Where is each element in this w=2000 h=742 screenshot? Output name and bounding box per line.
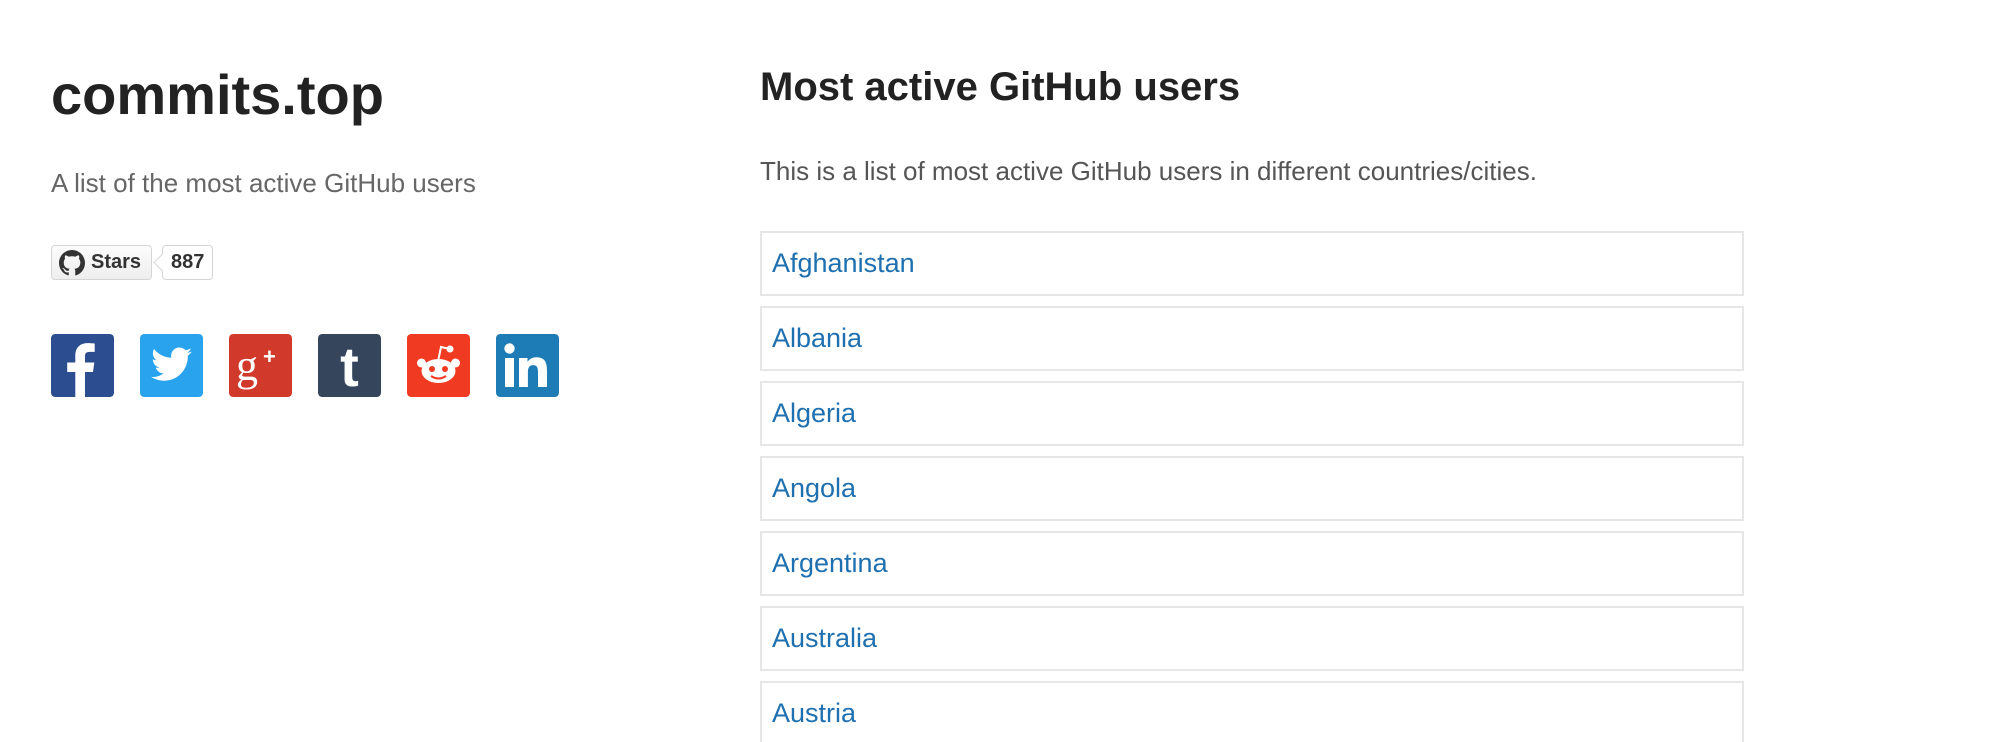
country-link-argentina[interactable]: Argentina [772, 548, 888, 579]
country-link-algeria[interactable]: Algeria [772, 398, 856, 429]
github-stars-widget: Stars 887 [51, 244, 214, 281]
google-plus-icon: g + [229, 334, 292, 397]
country-link-afghanistan[interactable]: Afghanistan [772, 248, 915, 279]
page-title: Most active GitHub users [760, 65, 1241, 109]
reddit-icon [407, 334, 470, 397]
github-stars-count[interactable]: 887 [162, 245, 214, 280]
github-stars-button[interactable]: Stars [51, 245, 153, 280]
reddit-share-button[interactable] [407, 334, 470, 397]
linkedin-icon [496, 334, 559, 397]
twitter-share-button[interactable] [140, 334, 203, 397]
site-title[interactable]: commits.top [51, 60, 384, 130]
country-link-austria[interactable]: Austria [772, 698, 856, 729]
github-icon [59, 249, 85, 276]
list-item: Argentina [760, 531, 1744, 596]
svg-text:g: g [236, 341, 258, 390]
linkedin-share-button[interactable] [496, 334, 559, 397]
github-stars-label: Stars [91, 251, 142, 273]
share-buttons: g + t [51, 334, 559, 397]
site-description: A list of the most active GitHub users [51, 168, 476, 198]
country-link-albania[interactable]: Albania [772, 323, 862, 354]
svg-text:+: + [263, 344, 276, 369]
country-link-australia[interactable]: Australia [772, 623, 877, 654]
list-item: Algeria [760, 381, 1744, 446]
svg-text:t: t [340, 335, 359, 397]
list-item: Austria [760, 681, 1744, 742]
list-item: Angola [760, 456, 1744, 521]
country-list: Afghanistan Albania Algeria Angola Argen… [760, 231, 1744, 742]
tumblr-share-button[interactable]: t [318, 334, 381, 397]
page-description: This is a list of most active GitHub use… [760, 156, 1537, 186]
facebook-icon [51, 334, 114, 397]
list-item: Albania [760, 306, 1744, 371]
country-link-angola[interactable]: Angola [772, 473, 856, 504]
tumblr-icon: t [318, 334, 381, 397]
facebook-share-button[interactable] [51, 334, 114, 397]
twitter-icon [140, 334, 203, 397]
list-item: Afghanistan [760, 231, 1744, 296]
list-item: Australia [760, 606, 1744, 671]
page: commits.top A list of the most active Gi… [0, 0, 2000, 742]
google-plus-share-button[interactable]: g + [229, 334, 292, 397]
